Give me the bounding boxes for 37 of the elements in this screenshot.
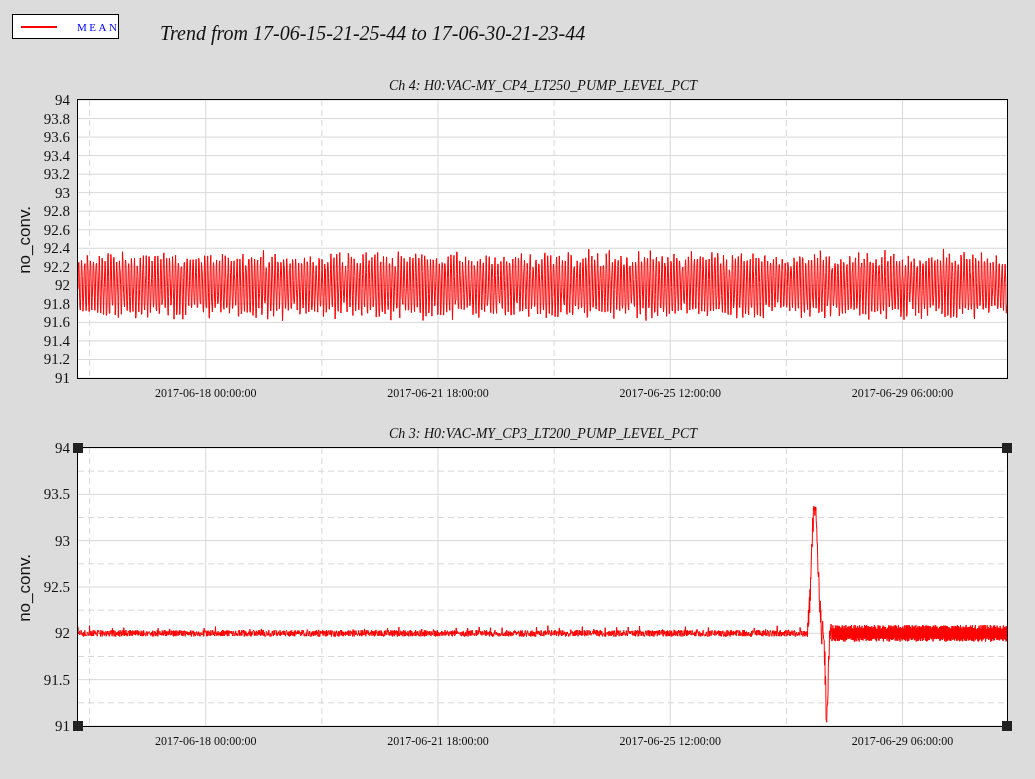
y-axis-label: no_conv. [15, 554, 35, 622]
y-tick-label: 92.8 [43, 203, 70, 219]
plot-title: Ch 4: H0:VAC-MY_CP4_LT250_PUMP_LEVEL_PCT [388, 78, 698, 95]
y-tick-label: 93.4 [43, 148, 70, 164]
y-tick-label: 91 [55, 370, 70, 386]
x-tick-label: 2017-06-18 00:00:00 [154, 734, 257, 749]
y-tick-label: 94 [55, 440, 70, 456]
x-tick-label: 2017-06-25 12:00:00 [619, 734, 722, 749]
y-tick-label: 93.6 [43, 129, 70, 145]
y-tick-label: 93 [55, 185, 70, 201]
y-tick-label: 91 [55, 718, 70, 734]
y-tick-label: 92 [55, 277, 70, 293]
y-tick-label: 92.2 [43, 259, 70, 275]
y-tick-label: 91.5 [43, 672, 70, 688]
x-tick-label: 2017-06-21 18:00:00 [387, 386, 489, 401]
plot-title: Ch 3: H0:VAC-MY_CP3_LT200_PUMP_LEVEL_PCT [388, 426, 698, 443]
y-tick-label: 92 [55, 625, 70, 641]
y-tick-label: 91.8 [43, 296, 70, 312]
y-tick-label: 92.6 [43, 222, 70, 238]
x-tick-label: 2017-06-18 00:00:00 [154, 386, 257, 401]
legend-label: MEAN [77, 20, 120, 33]
y-tick-label: 91.6 [43, 314, 70, 330]
y-tick-label: 91.2 [43, 351, 70, 367]
x-tick-label: 2017-06-29 06:00:00 [851, 386, 954, 401]
chart-title: Trend from 17-06-15-21-25-44 to 17-06-30-21-23-44 [160, 22, 586, 45]
x-tick-label: 2017-06-29 06:00:00 [851, 734, 954, 749]
x-tick-label: 2017-06-21 18:00:00 [387, 734, 489, 749]
y-tick-label: 93 [55, 533, 70, 549]
y-tick-label: 92.5 [43, 579, 70, 595]
y-axis-label: no_conv. [15, 206, 35, 274]
y-tick-label: 92.4 [43, 240, 70, 256]
y-tick-label: 91.4 [43, 333, 70, 349]
x-tick-label: 2017-06-25 12:00:00 [619, 386, 722, 401]
y-tick-label: 93.2 [43, 166, 70, 182]
y-tick-label: 94 [55, 92, 70, 108]
y-tick-label: 93.8 [43, 111, 70, 127]
y-tick-label: 93.5 [43, 486, 70, 502]
